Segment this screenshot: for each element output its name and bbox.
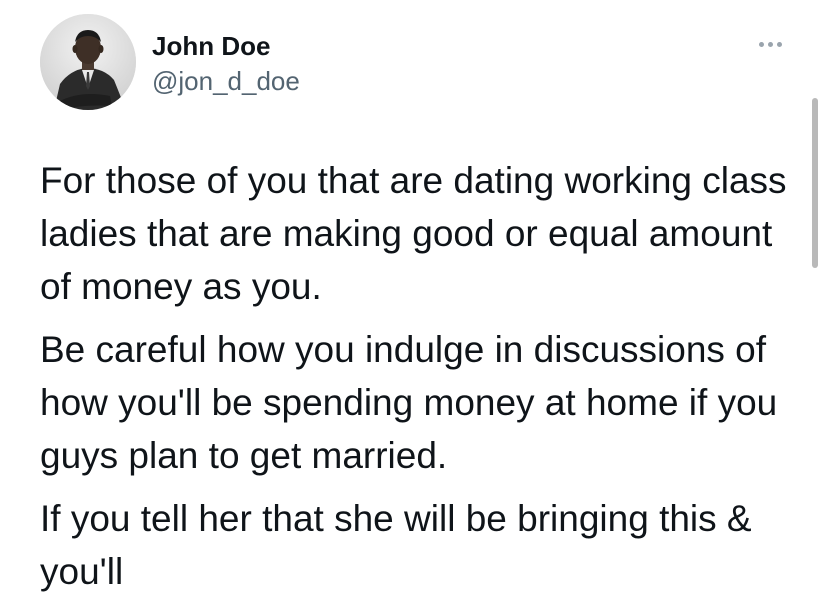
- more-options-button[interactable]: [752, 34, 788, 54]
- more-icon-dot: [767, 41, 773, 47]
- tweet-paragraph: For those of you that are dating working…: [40, 160, 787, 307]
- tweet-paragraph: Be careful how you indulge in discussion…: [40, 329, 778, 476]
- author-handle[interactable]: @jon_d_doe: [152, 66, 300, 96]
- more-icon-dot: [776, 41, 782, 47]
- tweet-paragraph: If you tell her that she will be bringin…: [40, 498, 752, 592]
- avatar[interactable]: [40, 14, 136, 110]
- author-display-name[interactable]: John Doe: [152, 31, 270, 61]
- tweet-text: For those of you that are dating working…: [40, 154, 810, 608]
- tweet: John Doe @jon_d_doe For those of you tha…: [0, 0, 828, 615]
- avatar-photo: [40, 14, 136, 110]
- more-icon-dot: [758, 41, 764, 47]
- scrollbar-thumb[interactable]: [812, 98, 818, 268]
